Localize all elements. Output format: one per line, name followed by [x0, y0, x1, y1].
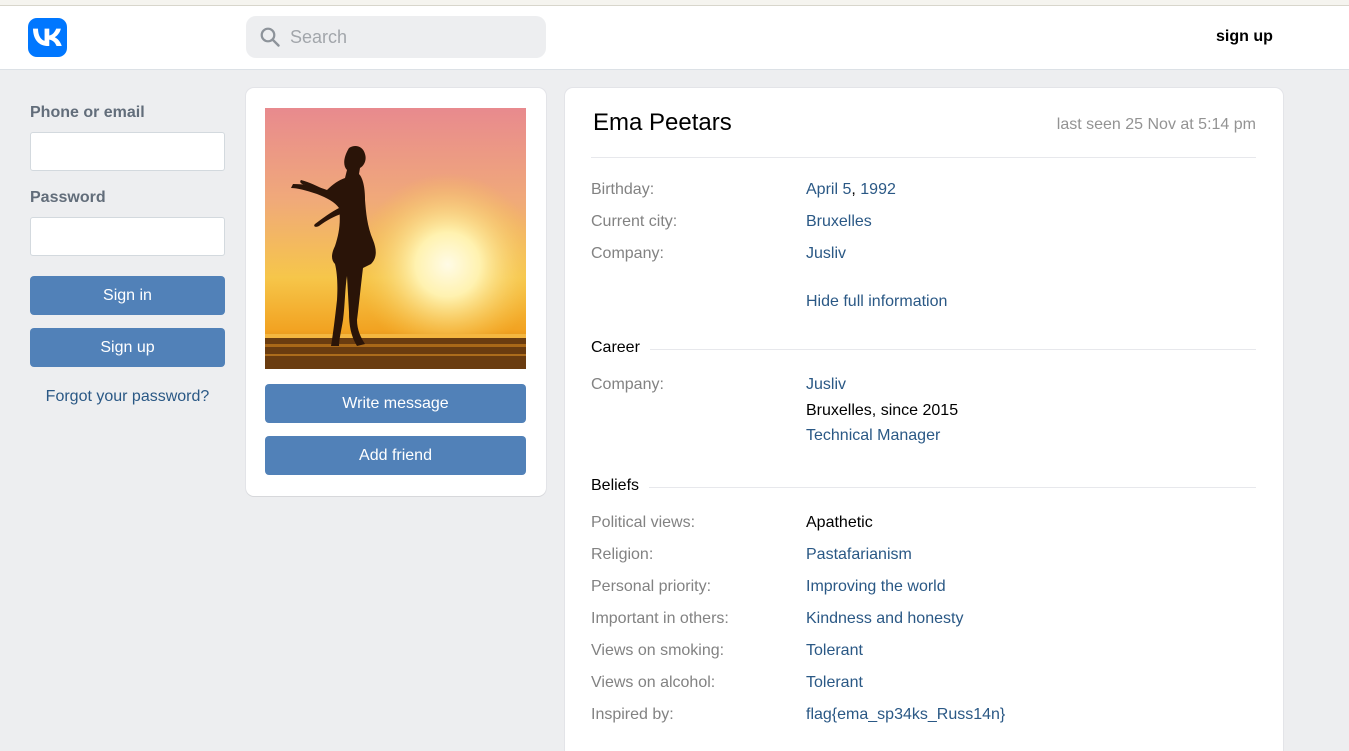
- belief-value-link[interactable]: flag{ema_sp34ks_Russ14n}: [806, 706, 1005, 724]
- password-field[interactable]: [30, 217, 225, 256]
- profile-photo[interactable]: [265, 108, 526, 369]
- forgot-password-link[interactable]: Forgot your password?: [30, 388, 225, 406]
- career-company-link[interactable]: Jusliv: [806, 376, 846, 394]
- belief-label: Views on alcohol:: [591, 674, 716, 691]
- search-icon: [260, 27, 280, 52]
- hide-full-info-link[interactable]: Hide full information: [806, 293, 947, 311]
- birthday-year-link[interactable]: 1992: [860, 181, 896, 198]
- company-link[interactable]: Jusliv: [806, 245, 846, 263]
- career-position-link[interactable]: Technical Manager: [806, 427, 940, 445]
- profile-name: Ema Peetars: [593, 109, 732, 136]
- belief-value-link[interactable]: Tolerant: [806, 642, 863, 660]
- write-message-button[interactable]: Write message: [265, 384, 526, 423]
- company-label: Company:: [591, 245, 664, 262]
- sign-in-button[interactable]: Sign in: [30, 276, 225, 315]
- belief-label: Views on smoking:: [591, 642, 725, 659]
- header-signup-link[interactable]: sign up: [1216, 28, 1273, 46]
- divider: [591, 349, 1256, 350]
- belief-label: Religion:: [591, 546, 654, 563]
- phone-email-label: Phone or email: [30, 104, 145, 121]
- career-company-label: Company:: [591, 376, 664, 393]
- password-label: Password: [30, 189, 106, 206]
- sign-up-button[interactable]: Sign up: [30, 328, 225, 367]
- belief-value-link[interactable]: Tolerant: [806, 674, 863, 692]
- birthday-label: Birthday:: [591, 181, 655, 198]
- birthday-day-link[interactable]: April 5: [806, 181, 851, 198]
- belief-value-link[interactable]: Improving the world: [806, 578, 946, 596]
- birthday-value: April 5, 1992: [806, 181, 896, 199]
- belief-label: Political views:: [591, 514, 696, 531]
- career-location: Bruxelles, since 2015: [806, 402, 959, 419]
- header: sign up: [0, 6, 1349, 70]
- city-label: Current city:: [591, 213, 678, 230]
- birthday-separator: ,: [851, 181, 856, 198]
- search-box[interactable]: [246, 16, 546, 58]
- profile-info-card: Ema Peetars last seen 25 Nov at 5:14 pm …: [565, 88, 1283, 751]
- belief-value-link[interactable]: Kindness and honesty: [806, 610, 963, 628]
- phone-email-field[interactable]: [30, 132, 225, 171]
- belief-label: Inspired by:: [591, 706, 674, 723]
- last-seen-status: last seen 25 Nov at 5:14 pm: [1056, 116, 1256, 133]
- beliefs-title: Beliefs: [591, 477, 650, 495]
- career-title: Career: [591, 339, 650, 357]
- divider: [591, 157, 1256, 158]
- search-input[interactable]: [290, 16, 530, 58]
- city-link[interactable]: Bruxelles: [806, 213, 872, 231]
- beliefs-section-header: Beliefs: [591, 477, 1256, 497]
- divider: [591, 487, 1256, 488]
- belief-value: Apathetic: [806, 514, 873, 531]
- vk-logo-icon[interactable]: [28, 18, 67, 57]
- career-section-header: Career: [591, 339, 1256, 359]
- add-friend-button[interactable]: Add friend: [265, 436, 526, 475]
- belief-value-link[interactable]: Pastafarianism: [806, 546, 912, 564]
- belief-label: Important in others:: [591, 610, 729, 627]
- profile-photo-card: Write message Add friend: [246, 88, 546, 496]
- belief-label: Personal priority:: [591, 578, 712, 595]
